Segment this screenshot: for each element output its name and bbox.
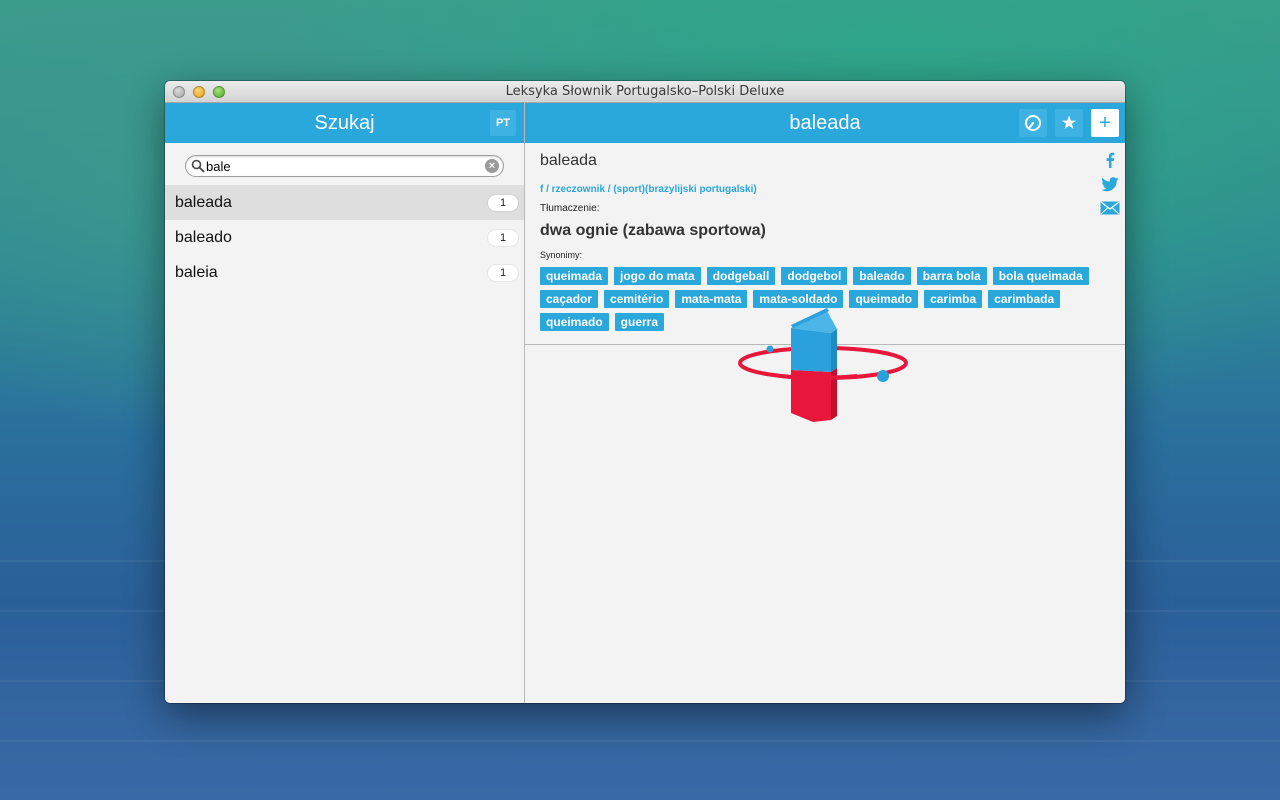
window-title: Leksyka Słownik Portugalsko–Polski Delux… xyxy=(505,84,785,99)
minimize-window-button[interactable] xyxy=(193,86,205,98)
list-item[interactable]: baleado 1 xyxy=(165,220,524,255)
twitter-icon[interactable] xyxy=(1100,175,1120,193)
history-icon xyxy=(1025,115,1041,131)
result-count-badge: 1 xyxy=(488,264,518,281)
entry-title: baleada xyxy=(789,111,861,134)
synonym-tag[interactable]: carimbada xyxy=(988,290,1061,308)
clear-search-icon[interactable]: × xyxy=(485,159,499,173)
search-icon xyxy=(191,159,205,173)
synonym-tag[interactable]: mata-soldado xyxy=(753,290,844,308)
language-button[interactable]: PT xyxy=(490,110,516,136)
list-item[interactable]: baleia 1 xyxy=(165,255,524,290)
facebook-icon[interactable] xyxy=(1100,151,1120,169)
result-word: baleia xyxy=(175,263,218,281)
synonym-tag[interactable]: barra bola xyxy=(916,267,987,285)
result-word: baleada xyxy=(175,193,232,211)
synonym-tag[interactable]: cemitério xyxy=(604,290,670,308)
synonym-tag[interactable]: queimado xyxy=(849,290,919,308)
synonym-tag[interactable]: queimado xyxy=(540,313,609,331)
synonym-tag[interactable]: mata-mata xyxy=(675,290,748,308)
search-header: Szukaj PT xyxy=(165,103,524,143)
app-window: Leksyka Słownik Portugalsko–Polski Delux… xyxy=(165,81,1125,703)
translation-label: Tłumaczenie: xyxy=(540,203,600,214)
synonym-tag[interactable]: guerra xyxy=(614,313,665,331)
list-item[interactable]: baleada 1 xyxy=(165,185,524,220)
share-buttons xyxy=(1100,151,1120,217)
add-button[interactable]: + xyxy=(1091,109,1119,137)
synonym-tag[interactable]: bola queimada xyxy=(992,267,1089,285)
synonym-tag[interactable]: dodgebol xyxy=(781,267,848,285)
synonym-tag[interactable]: dodgeball xyxy=(706,267,776,285)
plus-icon: + xyxy=(1099,111,1111,134)
synonym-tag[interactable]: queimada xyxy=(540,267,609,285)
history-button[interactable] xyxy=(1019,109,1047,137)
synonym-tag[interactable]: jogo do mata xyxy=(614,267,701,285)
grammar-info: f / rzeczownik / (sport)(brazylijski por… xyxy=(540,184,757,195)
favorite-button[interactable]: ★ xyxy=(1055,109,1083,137)
search-title: Szukaj xyxy=(314,111,375,134)
search-input[interactable] xyxy=(206,158,466,174)
synonym-tag[interactable]: caçador xyxy=(540,290,599,308)
result-word: baleado xyxy=(175,228,232,246)
result-count-badge: 1 xyxy=(488,194,518,211)
search-pane: Szukaj PT × baleada 1 xyxy=(165,103,525,703)
close-window-button[interactable] xyxy=(173,86,185,98)
synonym-tag[interactable]: baleado xyxy=(853,267,911,285)
entry-header: baleada ★ + xyxy=(525,103,1125,143)
result-count-badge: 1 xyxy=(488,229,518,246)
synonym-tag[interactable]: carimba xyxy=(924,290,983,308)
mail-icon[interactable] xyxy=(1100,199,1120,217)
search-field[interactable]: × xyxy=(185,155,504,177)
results-list: baleada 1 baleado 1 baleia 1 xyxy=(165,185,524,290)
window-controls xyxy=(173,86,225,98)
headword: baleada xyxy=(540,152,597,169)
title-bar[interactable]: Leksyka Słownik Portugalsko–Polski Delux… xyxy=(165,81,1125,103)
zoom-window-button[interactable] xyxy=(213,86,225,98)
entry-pane: baleada ★ + baleada f / rzeczownik / (sp… xyxy=(525,103,1125,703)
translation: dwa ognie (zabawa sportowa) xyxy=(540,222,766,239)
synonyms-label: Synonimy: xyxy=(540,250,583,260)
app-logo xyxy=(738,308,908,422)
star-icon: ★ xyxy=(1061,115,1077,132)
